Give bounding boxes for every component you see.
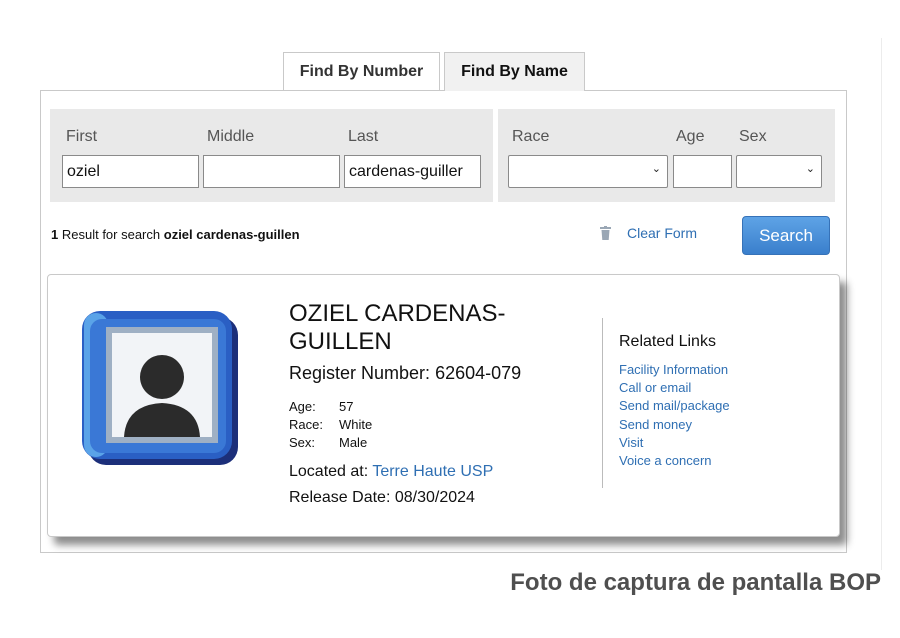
located-label: Located at: (289, 463, 369, 480)
clear-form-label: Clear Form (627, 225, 698, 241)
release-date-value: 08/30/2024 (394, 489, 475, 506)
location: Located at: Terre Haute USP (289, 463, 493, 481)
related-links-list: Facility Information Call or email Send … (619, 361, 730, 470)
first-name-label: First (66, 128, 98, 145)
result-count: 1 (51, 227, 59, 242)
race-label: Race (512, 128, 550, 145)
tab-find-by-number[interactable]: Find By Number (283, 52, 440, 90)
result-query: oziel cardenas-guillen (163, 227, 300, 242)
result-summary: 1 Result for search oziel cardenas-guill… (51, 227, 300, 242)
race-select[interactable]: ⌄ (508, 155, 668, 188)
age-label: Age (676, 128, 705, 145)
photo-caption: Foto de captura de pantalla BOP (510, 569, 881, 596)
sex-select[interactable]: ⌄ (736, 155, 822, 188)
facility-link[interactable]: Terre Haute USP (372, 463, 493, 480)
chevron-down-icon: ⌄ (651, 163, 661, 175)
register-number-label: Register Number: (289, 363, 431, 383)
clear-form-link[interactable]: Clear Form (600, 225, 697, 241)
voice-concern-link[interactable]: Voice a concern (619, 452, 730, 470)
sex-key: Sex: (289, 435, 316, 450)
register-number-value: 62604-079 (435, 363, 522, 383)
race-key: Race: (289, 417, 323, 432)
register-number: Register Number: 62604-079 (289, 363, 521, 384)
trash-icon (600, 226, 611, 240)
visit-link[interactable]: Visit (619, 434, 730, 452)
race-value: White (339, 417, 373, 432)
first-name-input[interactable] (62, 155, 199, 188)
sex-value: Male (339, 435, 368, 450)
last-name-label: Last (348, 128, 379, 145)
age-value: 57 (339, 399, 354, 414)
middle-name-input[interactable] (203, 155, 340, 188)
facility-information-link[interactable]: Facility Information (619, 361, 730, 379)
send-money-link[interactable]: Send money (619, 416, 730, 434)
result-text: Result for search (61, 227, 161, 242)
age-input[interactable] (673, 155, 732, 188)
release-date: Release Date: 08/30/2024 (289, 489, 475, 507)
sex-label: Sex (739, 128, 767, 145)
person-avatar-icon (82, 311, 238, 465)
chevron-down-icon: ⌄ (805, 163, 815, 175)
search-button[interactable]: Search (742, 216, 830, 255)
release-date-label: Release Date: (289, 489, 391, 506)
card-divider (602, 318, 603, 488)
age-key: Age: (289, 399, 316, 414)
call-or-email-link[interactable]: Call or email (619, 379, 730, 397)
page-edge-rule (881, 38, 882, 570)
related-links-title: Related Links (619, 333, 716, 350)
middle-name-label: Middle (207, 128, 255, 145)
last-name-input[interactable] (344, 155, 481, 188)
tab-find-by-name[interactable]: Find By Name (444, 52, 585, 91)
send-mail-link[interactable]: Send mail/package (619, 397, 730, 415)
inmate-name: OZIEL CARDENAS-GUILLEN (289, 300, 506, 355)
